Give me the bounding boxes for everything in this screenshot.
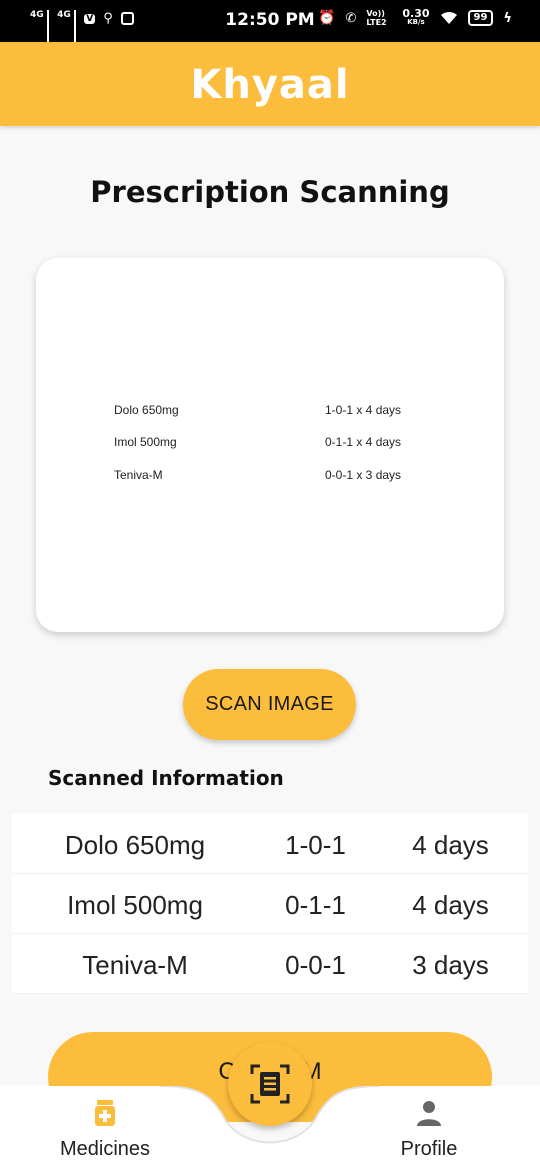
nav-item-medicines[interactable]: Medicines xyxy=(55,1100,155,1161)
table-row: Dolo 650mg 1-0-1 4 days xyxy=(12,814,528,874)
dosage-cell: 1-0-1 xyxy=(285,830,346,860)
prescription-dose: 1-0-1 x 4 days xyxy=(325,403,402,417)
status-right: ⏰ ✆ Vo)) LTE2 0.30 KB/s 99 ϟ xyxy=(318,7,512,27)
prescription-image-preview: Dolo 650mg 1-0-1 x 4 days Imol 500mg 0-1… xyxy=(36,258,504,632)
scanned-information-title: Scanned Information xyxy=(48,766,284,790)
scan-image-button[interactable]: SCAN IMAGE xyxy=(183,669,356,740)
prescription-medicine: Teniva-M xyxy=(114,468,163,482)
table-row: Teniva-M 0-0-1 3 days xyxy=(12,934,528,994)
app-title: Khyaal xyxy=(190,62,350,108)
medicine-name-cell: Dolo 650mg xyxy=(64,830,206,860)
prescription-medicine: Imol 500mg xyxy=(114,435,177,449)
person-icon xyxy=(417,1101,441,1126)
page-title: Prescription Scanning xyxy=(90,175,450,209)
prescription-medicine: Dolo 650mg xyxy=(114,403,179,417)
document-scan-icon xyxy=(250,1064,290,1104)
medicine-name-cell: Imol 500mg xyxy=(67,890,203,920)
nav-label-medicines: Medicines xyxy=(59,1138,151,1160)
network-speed: 0.30 KB/s xyxy=(402,7,430,27)
call-wifi-icon: ✆ xyxy=(345,10,357,26)
nav-label-profile: Profile xyxy=(400,1138,458,1160)
dosage-cell: 0-0-1 xyxy=(285,950,346,980)
nav-item-profile[interactable]: Profile xyxy=(389,1100,469,1161)
dosage-cell: 0-1-1 xyxy=(285,890,346,920)
wifi-icon xyxy=(440,11,457,24)
scanned-information-table: Dolo 650mg 1-0-1 4 days Imol 500mg 0-1-1… xyxy=(12,814,528,994)
duration-cell: 4 days xyxy=(412,890,489,920)
volte-label: Vo)) LTE2 xyxy=(366,9,387,27)
prescription-dose: 0-1-1 x 4 days xyxy=(325,435,402,449)
network-speed-value: 0.30 xyxy=(402,7,430,20)
medicine-name-cell: Teniva-M xyxy=(82,950,188,980)
table-row: Imol 500mg 0-1-1 4 days xyxy=(12,874,528,934)
duration-cell: 3 days xyxy=(412,950,489,980)
duration-cell: 4 days xyxy=(412,830,489,860)
prescription-dose: 0-0-1 x 3 days xyxy=(325,468,402,482)
scan-document-fab[interactable] xyxy=(228,1042,312,1126)
app-bar: Khyaal xyxy=(0,42,540,126)
charging-icon: ϟ xyxy=(503,10,512,26)
battery-icon: 99 xyxy=(467,10,494,26)
medicine-bottle-icon xyxy=(95,1100,115,1126)
alarm-icon: ⏰ xyxy=(318,10,336,26)
status-bar: 4G 4G V ⚲ 12:50 PM ⏰ ✆ Vo)) LTE2 0.30 KB… xyxy=(0,0,540,44)
